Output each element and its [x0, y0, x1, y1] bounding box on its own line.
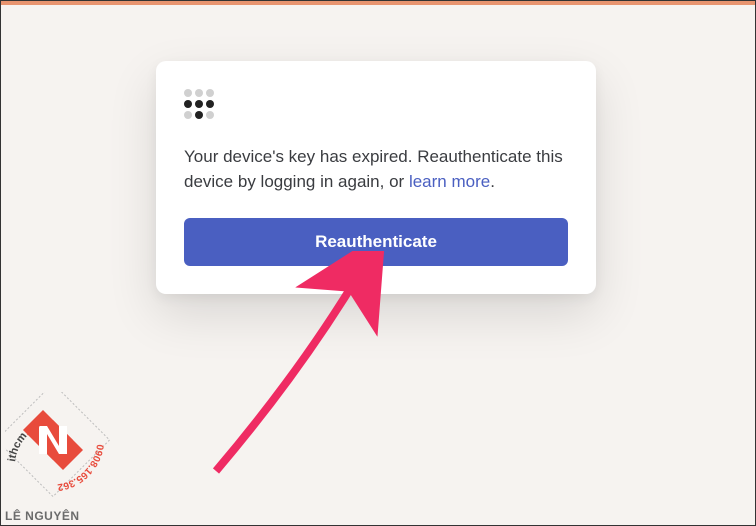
learn-more-link[interactable]: learn more — [409, 172, 490, 191]
reauthenticate-button[interactable]: Reauthenticate — [184, 218, 568, 266]
tailscale-logo-icon — [184, 89, 568, 119]
reauthenticate-card: Your device's key has expired. Reauthent… — [156, 61, 596, 294]
top-accent-bar — [1, 1, 755, 5]
watermark-name: LÊ NGUYÊN — [5, 509, 135, 523]
message-text-pre: Your device's key has expired. Reauthent… — [184, 147, 563, 191]
svg-text:0908.165.362: 0908.165.362 — [56, 443, 105, 492]
watermark-domain-suffix: .vn — [21, 419, 42, 438]
watermark-phone: 0908.165.362 — [56, 443, 105, 492]
watermark-domain-prefix: ithcm — [6, 430, 30, 462]
watermark-logo-icon: ithcm.vn 0908.165.362 — [5, 392, 125, 502]
message-text-post: . — [490, 172, 495, 191]
svg-text:ithcm.vn: ithcm.vn — [6, 419, 42, 463]
watermark: ithcm.vn 0908.165.362 LÊ NGUYÊN — [5, 392, 135, 523]
expiry-message: Your device's key has expired. Reauthent… — [184, 145, 568, 194]
